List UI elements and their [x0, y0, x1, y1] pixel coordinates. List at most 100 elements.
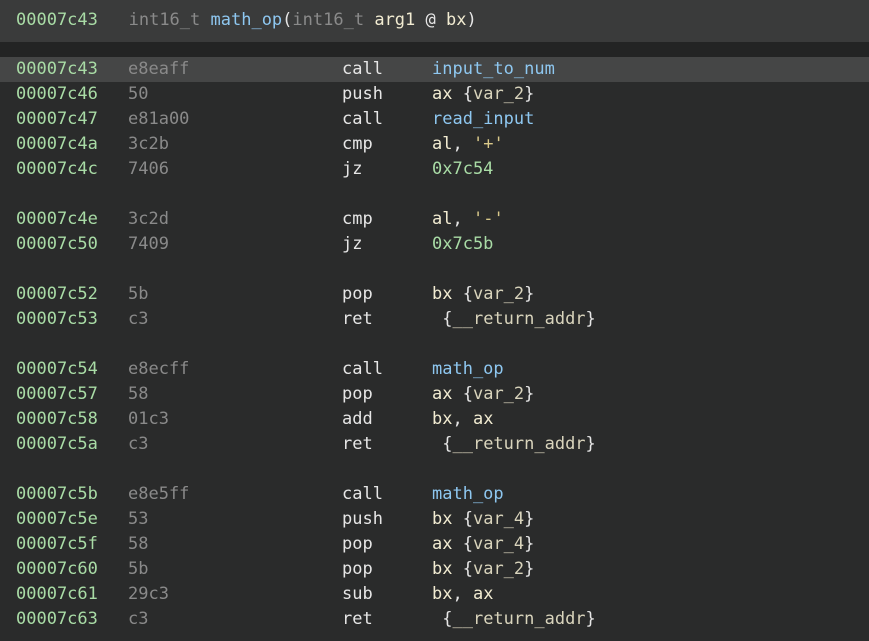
operand-variable[interactable]: var_2 [473, 559, 524, 579]
instruction-row[interactable]: 00007c5f 58 pop ax {var_4} [0, 532, 869, 557]
arg-register[interactable]: bx [446, 10, 466, 30]
operand-literal[interactable]: '+' [473, 134, 504, 154]
instruction-bytes: 5b [128, 284, 149, 304]
instruction-row[interactable]: 00007c5a c3 ret {__return_addr} [0, 432, 869, 457]
instruction-address[interactable]: 00007c50 [16, 232, 98, 257]
instruction-address[interactable]: 00007c47 [16, 107, 98, 132]
instruction-address[interactable]: 00007c52 [16, 282, 98, 307]
instruction-row[interactable]: 00007c52 5b pop bx {var_2} [0, 282, 869, 307]
operand-register[interactable]: ax [432, 84, 452, 104]
instruction-mnemonic[interactable]: call [342, 57, 383, 82]
function-header: 00007c43 int16_t math_op(int16_t arg1 @ … [0, 0, 869, 42]
disassembly-listing: 00007c43 e8eaff call input_to_num 00007c46 50… [0, 57, 869, 632]
instruction-address[interactable]: 00007c54 [16, 357, 98, 382]
instruction-row[interactable]: 00007c4a 3c2b cmp al, '+' [0, 132, 869, 157]
operand-variable[interactable]: var_2 [473, 284, 524, 304]
operand-variable[interactable]: var_4 [473, 534, 524, 554]
instruction-row[interactable]: 00007c5b e8e5ff call math_op [0, 482, 869, 507]
operand-register[interactable]: ax [473, 584, 493, 604]
instruction-mnemonic[interactable]: pop [342, 382, 373, 407]
instruction-mnemonic[interactable]: push [342, 507, 383, 532]
instruction-address[interactable]: 00007c5e [16, 507, 98, 532]
instruction-mnemonic[interactable]: add [342, 407, 373, 432]
operand-function[interactable]: math_op [432, 484, 504, 504]
instruction-address[interactable]: 00007c5b [16, 482, 98, 507]
instruction-row[interactable]: 00007c54 e8ecff call math_op [0, 357, 869, 382]
instruction-address[interactable]: 00007c5f [16, 532, 98, 557]
function-signature[interactable]: 00007c43 int16_t math_op(int16_t arg1 @ … [16, 8, 477, 32]
instruction-mnemonic[interactable]: ret [342, 307, 373, 332]
instruction-mnemonic[interactable]: jz [342, 157, 362, 182]
operand-register[interactable]: bx [432, 284, 452, 304]
instruction-mnemonic[interactable]: ret [342, 607, 373, 632]
instruction-mnemonic[interactable]: cmp [342, 132, 373, 157]
instruction-row[interactable]: 00007c53 c3 ret {__return_addr} [0, 307, 869, 332]
operand-register[interactable]: bx [432, 584, 452, 604]
instruction-address[interactable]: 00007c63 [16, 607, 98, 632]
instruction-mnemonic[interactable]: cmp [342, 207, 373, 232]
instruction-mnemonic[interactable]: sub [342, 582, 373, 607]
instruction-address[interactable]: 00007c58 [16, 407, 98, 432]
instruction-mnemonic[interactable]: pop [342, 532, 373, 557]
operand-register[interactable]: ax [473, 409, 493, 429]
instruction-row[interactable]: 00007c58 01c3 add bx, ax [0, 407, 869, 432]
operand-variable[interactable]: var_4 [473, 509, 524, 529]
operand-register[interactable]: ax [432, 384, 452, 404]
instruction-mnemonic[interactable]: pop [342, 557, 373, 582]
instruction-bytes: 3c2d [128, 209, 169, 229]
instruction-bytes: 3c2b [128, 134, 169, 154]
instruction-mnemonic[interactable]: call [342, 107, 383, 132]
operand-address[interactable]: 0x7c5b [432, 234, 493, 254]
instruction-row[interactable]: 00007c4c 7406 jz 0x7c54 [0, 157, 869, 182]
operand-register[interactable]: al [432, 209, 452, 229]
operand-variable[interactable]: __return_addr [452, 309, 585, 329]
function-name[interactable]: math_op [211, 10, 283, 30]
instruction-mnemonic[interactable]: call [342, 482, 383, 507]
instruction-row[interactable]: 00007c4e 3c2d cmp al, '-' [0, 207, 869, 232]
instruction-address[interactable]: 00007c60 [16, 557, 98, 582]
operand-register[interactable]: ax [432, 534, 452, 554]
instruction-row[interactable]: 00007c63 c3 ret {__return_addr} [0, 607, 869, 632]
instruction-mnemonic[interactable]: push [342, 82, 383, 107]
operand-register[interactable]: bx [432, 409, 452, 429]
instruction-address[interactable]: 00007c57 [16, 382, 98, 407]
return-type[interactable]: int16_t [129, 10, 201, 30]
arg-type[interactable]: int16_t [292, 10, 364, 30]
operand-variable[interactable]: __return_addr [452, 434, 585, 454]
instruction-address[interactable]: 00007c53 [16, 307, 98, 332]
operand-address[interactable]: 0x7c54 [432, 159, 493, 179]
instruction-address[interactable]: 00007c43 [16, 57, 98, 82]
operand-register[interactable]: bx [432, 559, 452, 579]
instruction-row[interactable]: 00007c43 e8eaff call input_to_num [0, 57, 869, 82]
instruction-address[interactable]: 00007c4a [16, 132, 98, 157]
instruction-address[interactable]: 00007c4c [16, 157, 98, 182]
instruction-row[interactable]: 00007c60 5b pop bx {var_2} [0, 557, 869, 582]
operand-register[interactable]: bx [432, 509, 452, 529]
instruction-row[interactable]: 00007c57 58 pop ax {var_2} [0, 382, 869, 407]
instruction-address[interactable]: 00007c61 [16, 582, 98, 607]
operand-register[interactable]: al [432, 134, 452, 154]
instruction-row[interactable]: 00007c47 e81a00 call read_input [0, 107, 869, 132]
instruction-row[interactable]: 00007c5e 53 push bx {var_4} [0, 507, 869, 532]
instruction-mnemonic[interactable]: jz [342, 232, 362, 257]
arg-name[interactable]: arg1 [374, 10, 415, 30]
operand-variable[interactable]: var_2 [473, 84, 524, 104]
instruction-mnemonic[interactable]: call [342, 357, 383, 382]
operand-function[interactable]: read_input [432, 109, 534, 129]
operand-variable[interactable]: var_2 [473, 384, 524, 404]
operand-function[interactable]: math_op [432, 359, 504, 379]
instruction-mnemonic[interactable]: pop [342, 282, 373, 307]
instruction-address[interactable]: 00007c4e [16, 207, 98, 232]
instruction-row[interactable]: 00007c61 29c3 sub bx, ax [0, 582, 869, 607]
function-address[interactable]: 00007c43 [16, 10, 98, 30]
instruction-operands: ax {var_4} [432, 532, 534, 557]
instruction-row[interactable]: 00007c50 7409 jz 0x7c5b [0, 232, 869, 257]
operand-literal[interactable]: '-' [473, 209, 504, 229]
instruction-bytes: 50 [128, 84, 149, 104]
instruction-mnemonic[interactable]: ret [342, 432, 373, 457]
instruction-address[interactable]: 00007c46 [16, 82, 98, 107]
operand-function[interactable]: input_to_num [432, 59, 555, 79]
instruction-address[interactable]: 00007c5a [16, 432, 98, 457]
instruction-row[interactable]: 00007c46 50 push ax {var_2} [0, 82, 869, 107]
operand-variable[interactable]: __return_addr [452, 609, 585, 629]
